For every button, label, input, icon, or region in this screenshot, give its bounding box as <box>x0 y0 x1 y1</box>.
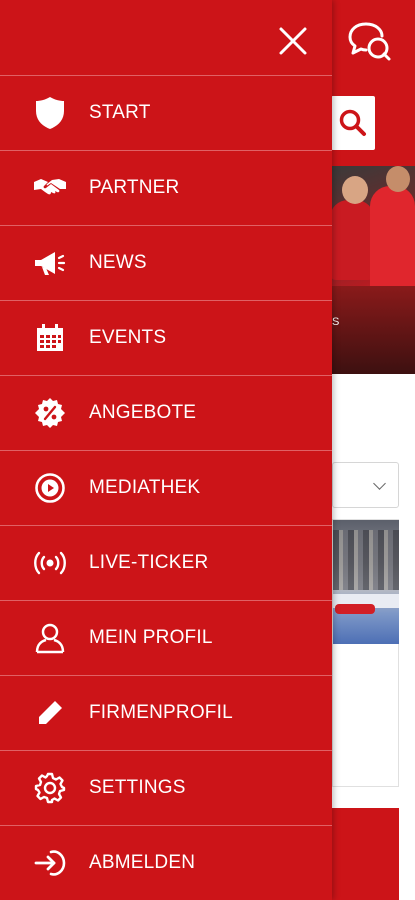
menu-item-firmenprofil[interactable]: FIRMENPROFIL <box>0 675 332 750</box>
drawer-menu: START PARTNER NEWS EVENTS ANGEBOTE MEDIA… <box>0 75 332 900</box>
chat-button[interactable] <box>346 18 394 62</box>
bottom-banner[interactable] <box>332 808 399 900</box>
menu-item-mein-profil[interactable]: MEIN PROFIL <box>0 600 332 675</box>
menu-item-settings[interactable]: SETTINGS <box>0 750 332 825</box>
menu-item-mediathek[interactable]: MEDIATHEK <box>0 450 332 525</box>
pencil-icon <box>33 696 67 730</box>
menu-item-label: MEDIATHEK <box>89 477 201 498</box>
menu-item-label: SETTINGS <box>89 777 186 798</box>
menu-item-label: FIRMENPROFIL <box>89 702 233 723</box>
close-drawer-button[interactable] <box>272 20 314 62</box>
drawer-header <box>0 0 332 75</box>
menu-item-live-ticker[interactable]: LIVE-TICKER <box>0 525 332 600</box>
user-icon <box>33 621 67 655</box>
play-circle-icon <box>33 471 67 505</box>
filter-select[interactable] <box>332 462 399 508</box>
chevron-down-icon <box>373 477 386 490</box>
navigation-drawer: START PARTNER NEWS EVENTS ANGEBOTE MEDIA… <box>0 0 332 900</box>
news-card-image <box>333 520 399 644</box>
news-card[interactable] <box>332 519 399 787</box>
menu-item-label: NEWS <box>89 252 147 273</box>
search-button[interactable] <box>331 96 375 150</box>
menu-item-label: EVENTS <box>89 327 167 348</box>
percent-badge-icon <box>33 396 67 430</box>
menu-item-partner[interactable]: PARTNER <box>0 150 332 225</box>
logout-icon <box>33 846 67 880</box>
handshake-icon <box>33 171 67 205</box>
close-icon <box>279 27 307 55</box>
gear-icon <box>33 771 67 805</box>
menu-item-start[interactable]: START <box>0 75 332 150</box>
menu-item-label: START <box>89 102 151 123</box>
menu-item-news[interactable]: NEWS <box>0 225 332 300</box>
menu-item-events[interactable]: EVENTS <box>0 300 332 375</box>
menu-item-label: ABMELDEN <box>89 852 196 873</box>
menu-item-label: MEIN PROFIL <box>89 627 213 648</box>
menu-item-label: ANGEBOTE <box>89 402 197 423</box>
chat-bubbles-icon <box>348 22 391 61</box>
menu-item-abmelden[interactable]: ABMELDEN <box>0 825 332 900</box>
search-icon <box>339 109 366 136</box>
hero-image[interactable]: S <box>330 166 415 374</box>
broadcast-icon <box>33 546 67 580</box>
megaphone-icon <box>33 246 67 280</box>
menu-item-label: LIVE-TICKER <box>89 552 209 573</box>
shield-icon <box>33 96 67 130</box>
menu-item-label: PARTNER <box>89 177 180 198</box>
menu-item-angebote[interactable]: ANGEBOTE <box>0 375 332 450</box>
hero-caption: S <box>332 316 340 328</box>
calendar-icon <box>33 321 67 355</box>
